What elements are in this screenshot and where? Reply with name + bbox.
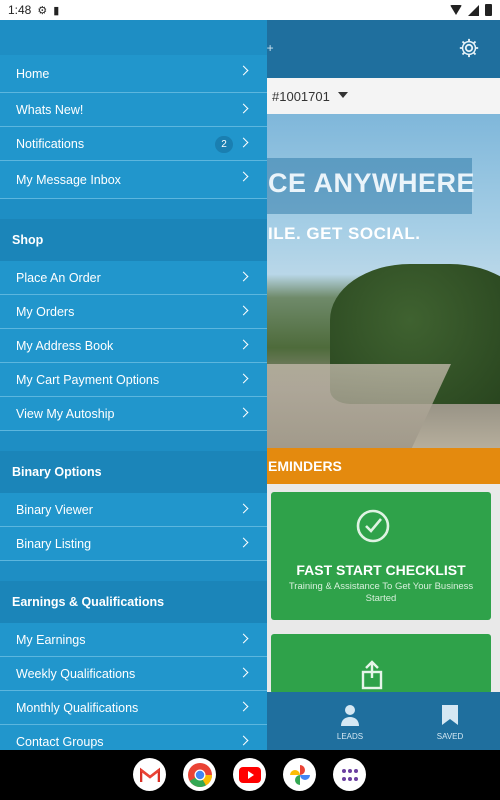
navigation-drawer: Home Whats New! Notifications 2 My Messa… <box>0 20 267 750</box>
bookmark-icon <box>442 705 458 725</box>
chevron-right-icon <box>238 633 249 644</box>
gear-icon[interactable] <box>458 37 480 59</box>
section-spacer <box>0 199 267 219</box>
chevron-right-icon <box>238 271 249 282</box>
drawer-item-view-autoship[interactable]: View My Autoship <box>0 397 267 431</box>
tab-saved[interactable]: SAVED <box>420 692 480 750</box>
drawer-item-home[interactable]: Home <box>0 55 267 93</box>
chevron-right-icon <box>238 65 249 76</box>
settings-status-icon: ⚙ <box>37 4 48 17</box>
chevron-right-icon <box>238 537 249 548</box>
drawer-item-whats-new[interactable]: Whats New! <box>0 93 267 127</box>
person-icon <box>341 705 359 726</box>
system-dock <box>0 750 500 800</box>
drawer-item-label: My Cart Payment Options <box>16 372 160 387</box>
drawer-item-label: Home <box>16 66 50 81</box>
signal-icon <box>468 4 479 16</box>
drawer-item-label: My Address Book <box>16 338 114 353</box>
caret-down-icon <box>338 92 348 98</box>
hero-headline: CE ANYWHERE <box>268 168 476 198</box>
drawer-item-label: My Message Inbox <box>16 172 121 187</box>
section-spacer <box>0 431 267 451</box>
gmail-icon[interactable] <box>133 758 166 791</box>
section-heading-shop: Shop <box>0 219 267 261</box>
status-time: 1:48 <box>8 3 32 17</box>
chevron-right-icon <box>238 373 249 384</box>
drawer-item-contact-groups[interactable]: Contact Groups <box>0 725 267 750</box>
drawer-item-label: Weekly Qualifications <box>16 666 136 681</box>
chevron-right-icon <box>238 503 249 514</box>
status-bar: 1:48 ⚙ ▮ <box>0 0 500 20</box>
drawer-item-label: Whats New! <box>16 102 84 117</box>
chevron-right-icon <box>238 339 249 350</box>
fast-start-card[interactable]: FAST START CHECKLIST Training & Assistan… <box>271 492 491 620</box>
wifi-icon <box>450 5 462 15</box>
tab-leads[interactable]: LEADS <box>320 692 380 750</box>
app-drawer-icon[interactable] <box>333 758 366 791</box>
drawer-item-label: Binary Viewer <box>16 502 93 517</box>
drawer-item-notifications[interactable]: Notifications 2 <box>0 127 267 161</box>
drawer-item-my-orders[interactable]: My Orders <box>0 295 267 329</box>
chevron-right-icon <box>238 171 249 182</box>
section-heading-binary-options: Binary Options <box>0 451 267 493</box>
reminders-label: EMINDERS <box>268 458 342 474</box>
chevron-right-icon <box>238 407 249 418</box>
chevron-right-icon <box>238 103 249 114</box>
drawer-item-label: My Earnings <box>16 632 86 647</box>
drawer-item-address-book[interactable]: My Address Book <box>0 329 267 363</box>
chevron-right-icon <box>238 701 249 712</box>
notification-count-badge: 2 <box>215 136 233 153</box>
section-heading-earnings: Earnings & Qualifications <box>0 581 267 623</box>
section-spacer <box>0 561 267 581</box>
chevron-right-icon <box>238 305 249 316</box>
tab-saved-label: SAVED <box>436 732 464 741</box>
account-number: #1001701 <box>272 89 330 104</box>
share-upload-icon <box>361 660 383 690</box>
youtube-icon[interactable] <box>233 758 266 791</box>
drawer-item-label: Monthly Qualifications <box>16 700 139 715</box>
chevron-right-icon <box>238 735 249 746</box>
photos-icon[interactable] <box>283 758 316 791</box>
drawer-item-label: Notifications <box>16 136 85 151</box>
drawer-item-monthly-qualifications[interactable]: Monthly Qualifications <box>0 691 267 725</box>
sim-card-icon: ▮ <box>53 4 60 17</box>
chevron-right-icon <box>238 137 249 148</box>
chrome-icon[interactable] <box>183 758 216 791</box>
drawer-item-message-inbox[interactable]: My Message Inbox <box>0 161 267 199</box>
tab-leads-label: LEADS <box>336 732 364 741</box>
drawer-item-binary-listing[interactable]: Binary Listing <box>0 527 267 561</box>
drawer-item-weekly-qualifications[interactable]: Weekly Qualifications <box>0 657 267 691</box>
battery-icon <box>485 4 492 16</box>
drawer-item-label: View My Autoship <box>16 406 115 421</box>
drawer-item-label: Place An Order <box>16 270 101 285</box>
check-circle-icon <box>356 509 390 543</box>
drawer-item-label: Binary Listing <box>16 536 92 551</box>
drawer-item-label: My Orders <box>16 304 75 319</box>
drawer-top-spacer <box>0 20 267 55</box>
share-card[interactable] <box>271 634 491 694</box>
drawer-item-label: Contact Groups <box>16 734 104 749</box>
fast-start-title: FAST START CHECKLIST <box>296 562 466 578</box>
drawer-item-binary-viewer[interactable]: Binary Viewer <box>0 493 267 527</box>
chevron-right-icon <box>238 667 249 678</box>
hero-subline: ILE. GET SOCIAL. <box>268 224 421 243</box>
drawer-item-cart-payment-options[interactable]: My Cart Payment Options <box>0 363 267 397</box>
drawer-item-my-earnings[interactable]: My Earnings <box>0 623 267 657</box>
drawer-item-place-order[interactable]: Place An Order <box>0 261 267 295</box>
fast-start-subtitle: Training & Assistance To Get Your Busine… <box>288 581 474 604</box>
